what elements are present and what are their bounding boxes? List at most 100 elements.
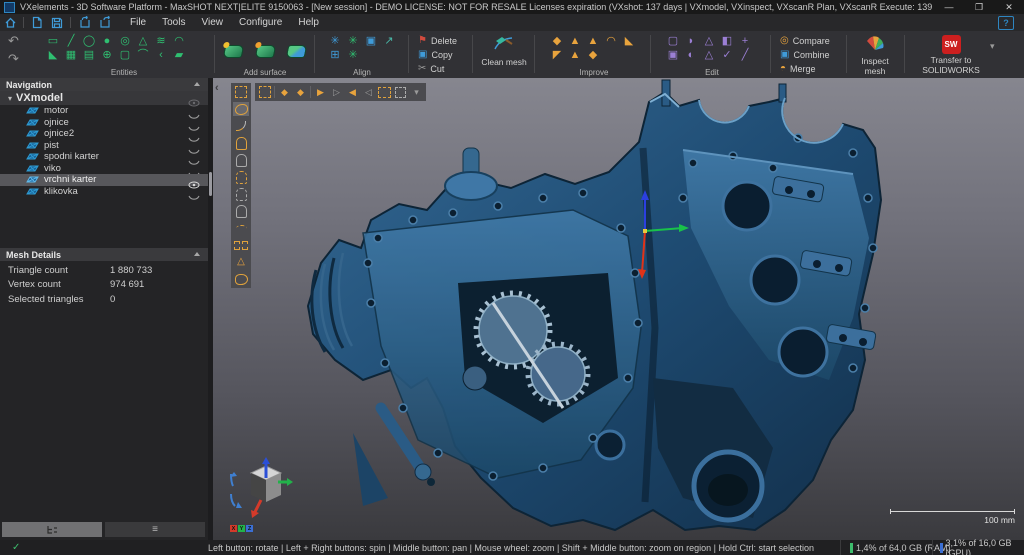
add-surface-manual-icon[interactable]	[254, 45, 276, 58]
edit-pen-icon[interactable]: ╱	[736, 48, 754, 62]
improve-bridge-icon[interactable]: ◤	[548, 48, 566, 62]
list-view-button[interactable]: ≡	[105, 522, 205, 537]
tree-item-motor[interactable]: motor	[0, 105, 208, 117]
align-grid-icon[interactable]: ⊞	[326, 48, 344, 62]
cut-button[interactable]: ✂ Cut	[418, 63, 444, 74]
improve-fill-icon[interactable]: ◆	[548, 34, 566, 48]
hidden-eye-icon[interactable]	[188, 188, 200, 206]
combine-button[interactable]: ▣ Combine	[780, 49, 829, 60]
mesh-details-header[interactable]: Mesh Details	[0, 248, 208, 261]
entity-line-icon[interactable]: ╱	[62, 34, 80, 48]
previous-selection-icon[interactable]: ◁	[362, 85, 375, 99]
toolbar-overflow-caret-icon[interactable]: ▾	[410, 85, 423, 99]
collapse-viewport-panel-icon[interactable]: ‹	[215, 82, 219, 94]
zoom-region-icon[interactable]	[394, 85, 407, 99]
entity-polyline-icon[interactable]: ‹	[152, 48, 170, 62]
entity-angle-icon[interactable]: ◣	[44, 48, 62, 62]
viewport-3d[interactable]: ‹ △ ◆ ◆ ▶ ▷ ◀ ◁	[213, 78, 1024, 540]
grow-selection-icon[interactable]: ▶	[314, 85, 327, 99]
entity-rect-icon[interactable]: ▢	[116, 48, 134, 62]
brush-selection-icon[interactable]	[233, 136, 249, 150]
transfer-solidworks-button[interactable]: SW Transfer to SOLIDWORKS	[912, 35, 990, 76]
add-surface-fit-icon[interactable]	[286, 45, 308, 58]
minimize-button[interactable]: —	[934, 0, 964, 14]
export-session-icon[interactable]	[94, 16, 114, 30]
surface-selection-icon[interactable]	[233, 204, 249, 218]
navigation-header[interactable]: Navigation	[0, 78, 208, 91]
connect-path-icon[interactable]	[233, 119, 249, 133]
edit-decimate-icon[interactable]: △	[700, 34, 718, 48]
curvature-selection-icon[interactable]	[233, 221, 249, 235]
entity-mesh-icon[interactable]: ▤	[80, 48, 98, 62]
import-session-icon[interactable]	[74, 16, 94, 30]
freeform-selection-icon[interactable]	[233, 102, 249, 116]
plane-selection-icon[interactable]: △	[233, 255, 249, 269]
edit-extend-icon[interactable]: +	[736, 34, 754, 48]
clean-mesh-button[interactable]: Clean mesh	[478, 35, 530, 68]
rect-selection-icon[interactable]	[233, 85, 249, 99]
improve-holes-icon[interactable]: ◣	[620, 34, 638, 48]
compare-button[interactable]: ◎ Compare	[780, 35, 830, 46]
edit-mirror-icon[interactable]: ◧	[718, 34, 736, 48]
align-surface-icon[interactable]: ▣	[362, 34, 380, 48]
improve-outliers-icon[interactable]: ▲	[584, 34, 602, 48]
select-visible-icon[interactable]: ◆	[278, 85, 291, 99]
entity-cone-icon[interactable]: △	[134, 34, 152, 48]
tree-item-pist[interactable]: pist	[0, 140, 208, 152]
add-surface-auto-icon[interactable]	[223, 45, 245, 58]
menu-file[interactable]: File	[122, 17, 154, 28]
brush-selection-alt-icon[interactable]	[233, 153, 249, 167]
tree-item-ojnice[interactable]: ojnice	[0, 117, 208, 129]
entity-curve-icon[interactable]: ⌒	[134, 48, 152, 62]
shrink-selection-icon[interactable]: ▷	[330, 85, 343, 99]
edit-smooth-icon[interactable]: ◗	[682, 34, 700, 48]
tree-item-ojnice2[interactable]: ojnice2	[0, 128, 208, 140]
entity-stack-icon[interactable]: ≋	[152, 34, 170, 48]
home-icon[interactable]	[0, 16, 20, 30]
inspect-mesh-button[interactable]: Inspect mesh	[850, 35, 900, 77]
pair-selection-icon[interactable]	[233, 238, 249, 252]
entity-slab-icon[interactable]: ▰	[170, 48, 188, 62]
entity-ruler-icon[interactable]: ▭	[44, 34, 62, 48]
tree-root-vxmodel[interactable]: ▾ VXmodel	[0, 91, 208, 105]
save-icon[interactable]	[47, 16, 67, 30]
maximize-button[interactable]: ❐	[964, 0, 994, 14]
tree-view-button[interactable]	[2, 522, 102, 537]
entity-grid-icon[interactable]: ▦	[62, 48, 80, 62]
expander-icon[interactable]: ▾	[8, 94, 12, 103]
flood-selection-alt-icon[interactable]	[233, 187, 249, 201]
undo-icon[interactable]: ↶	[8, 33, 19, 49]
edit-defeature-icon[interactable]: ▢	[664, 34, 682, 48]
improve-spikes-icon[interactable]: ▲	[566, 34, 584, 48]
splitter-grip[interactable]	[209, 172, 212, 196]
edit-fix-icon[interactable]: ✓	[718, 48, 736, 62]
copy-button[interactable]: ▣ Copy	[418, 49, 452, 60]
align-pin-icon[interactable]: ↗	[380, 34, 398, 48]
tree-item-vrchni-karter[interactable]: vrchni karter	[0, 174, 208, 186]
delete-button[interactable]: ⚑ Delete	[418, 35, 457, 46]
merge-button[interactable]: ◓ Merge	[780, 63, 816, 74]
transfer-dropdown-caret-icon[interactable]: ▾	[990, 41, 995, 52]
tree-item-viko[interactable]: viko	[0, 163, 208, 175]
improve-boundary-icon[interactable]: ◠	[602, 34, 620, 48]
redo-icon[interactable]: ↷	[8, 51, 19, 67]
navigation-cube[interactable]	[223, 456, 293, 522]
entity-sphere-icon[interactable]: ⊕	[98, 48, 116, 62]
align-triad-icon[interactable]: ✳	[326, 34, 344, 48]
menu-view[interactable]: View	[193, 17, 231, 28]
entity-ellipse-icon[interactable]: ◎	[116, 34, 134, 48]
menu-help[interactable]: Help	[290, 17, 327, 28]
entity-circle-icon[interactable]: ◯	[80, 34, 98, 48]
engine-mesh[interactable]	[213, 78, 1024, 540]
improve-clean-icon[interactable]: ▲	[566, 48, 584, 62]
tree-item-spodni-karter[interactable]: spodni karter	[0, 151, 208, 163]
edit-offset-icon[interactable]: ◐	[682, 48, 700, 62]
tree-item-klikovka[interactable]: klikovka	[0, 186, 208, 198]
align-axes-icon[interactable]: ✳	[344, 48, 362, 62]
improve-smooth-icon[interactable]: ◆	[584, 48, 602, 62]
menu-tools[interactable]: Tools	[154, 17, 193, 28]
edit-refine-icon[interactable]: △	[700, 48, 718, 62]
help-bubble-icon[interactable]: ?	[998, 16, 1014, 30]
align-target-icon[interactable]: ✳	[344, 34, 362, 48]
entity-point-icon[interactable]: ●	[98, 34, 116, 48]
